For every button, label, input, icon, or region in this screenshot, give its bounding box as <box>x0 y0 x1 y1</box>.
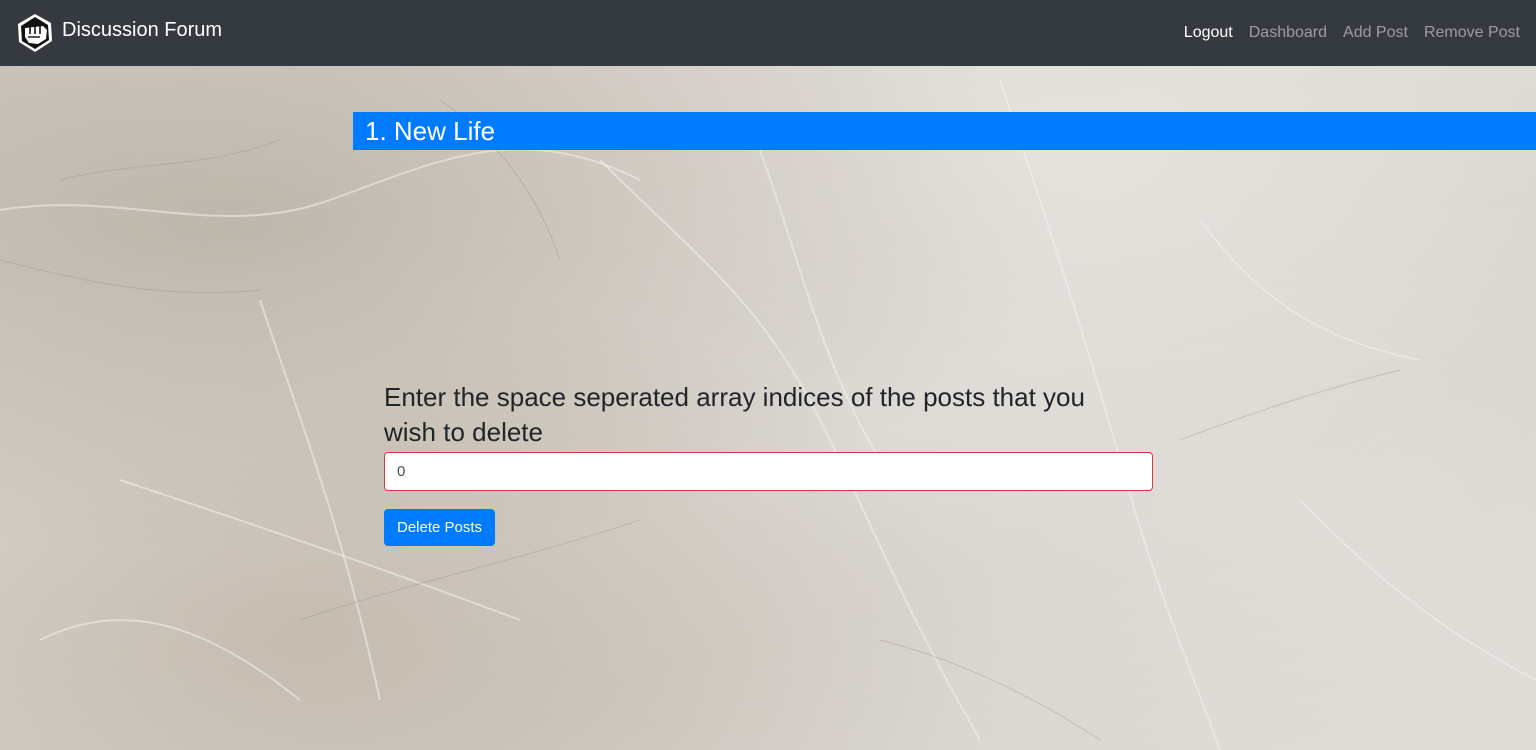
post-item: 1. New Life <box>353 112 1536 150</box>
nav-link-logout[interactable]: Logout <box>1184 24 1233 42</box>
nav-link-dashboard[interactable]: Dashboard <box>1249 24 1327 42</box>
post-title: 1. New Life <box>365 116 496 146</box>
fist-logo-icon <box>18 14 52 52</box>
brand-title: Discussion Forum <box>62 18 223 41</box>
nav-link-add-post[interactable]: Add Post <box>1343 24 1408 42</box>
delete-posts-button[interactable]: Delete Posts <box>384 509 496 546</box>
top-navbar: Discussion Forum Logout Dashboard Add Po… <box>0 0 1536 66</box>
delete-posts-form: Enter the space seperated array indices … <box>384 380 1154 546</box>
brand[interactable]: Discussion Forum <box>16 12 222 54</box>
nav-links: Logout Dashboard Add Post Remove Post <box>1184 24 1520 42</box>
indices-input[interactable] <box>384 452 1153 491</box>
indices-label: Enter the space seperated array indices … <box>384 382 1085 447</box>
nav-link-remove-post[interactable]: Remove Post <box>1424 24 1520 42</box>
